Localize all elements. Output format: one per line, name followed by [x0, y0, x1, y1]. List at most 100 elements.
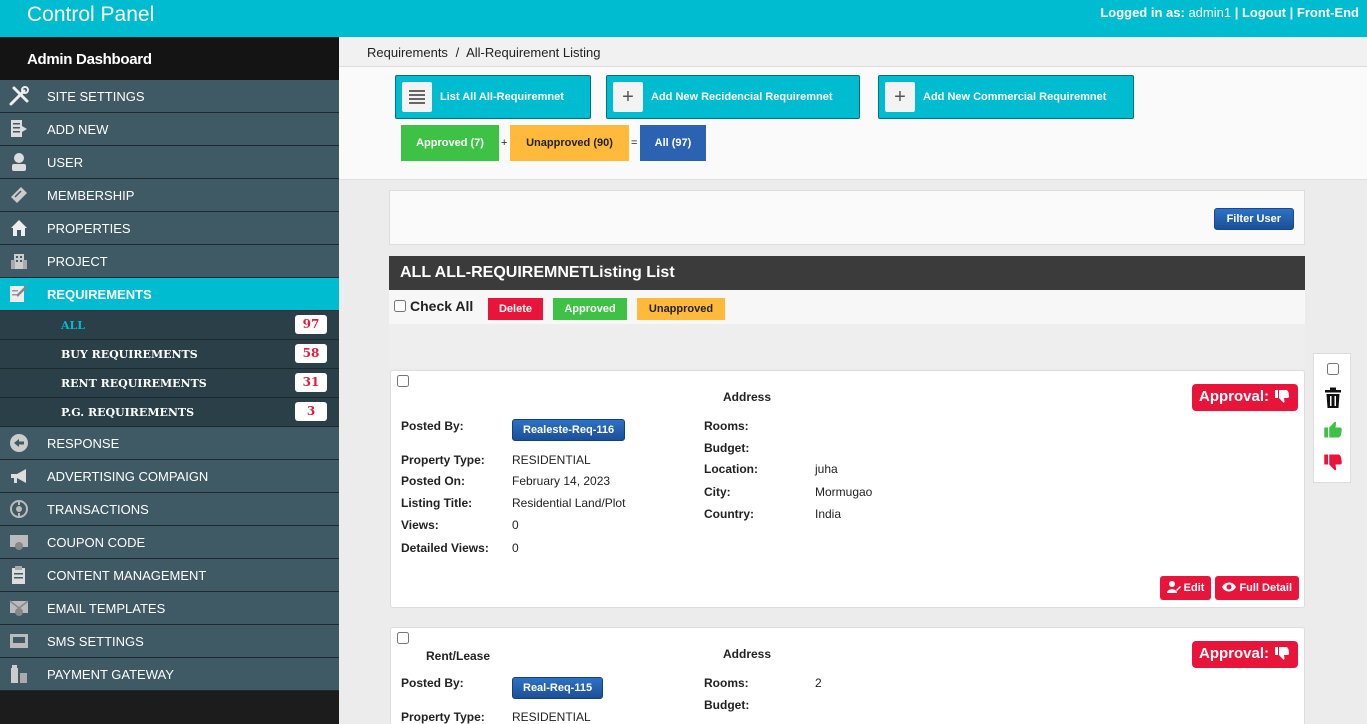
sidebar-item-label: MEMBERSHIP [47, 188, 135, 203]
sidebar-item-user[interactable]: USER [0, 146, 339, 179]
house-icon [8, 217, 30, 239]
payment-icon [8, 663, 30, 685]
trash-icon[interactable] [1314, 387, 1352, 409]
card-actions: Edit Full Detail [1159, 576, 1299, 600]
sidebar-item-transactions[interactable]: TRANSACTIONS [0, 493, 339, 526]
posted-by-label: Posted By: [401, 676, 464, 690]
address-heading: Address [723, 647, 772, 661]
sidebar-item-project[interactable]: PROJECT [0, 245, 339, 278]
separator: | [1289, 5, 1294, 20]
sidebar-item-coupon[interactable]: COUPON CODE [0, 526, 339, 559]
sidebar-item-label: USER [47, 155, 84, 170]
card-checkbox[interactable] [397, 632, 409, 644]
listing-title-label: Listing Title: [401, 496, 473, 510]
username: admin1 [1188, 5, 1232, 20]
views-label: Views: [401, 518, 439, 532]
sidebar-item-requirements[interactable]: REQUIREMENTS [0, 278, 339, 311]
sidebar-sub-item-pg[interactable]: P.G. REQUIREMENTS 3 [0, 398, 339, 427]
approval-badge[interactable]: Approval: [1191, 384, 1298, 411]
breadcrumb: Requirements / All-Requirement Listing [339, 37, 1367, 67]
building-icon [8, 250, 30, 272]
approved-stat[interactable]: Approved (7) [401, 125, 499, 161]
logged-in-label: Logged in as: [1100, 5, 1185, 20]
country-label: Country: [704, 507, 754, 521]
city-value: Mormugao [815, 485, 873, 499]
add-commercial-button[interactable]: + Add New Commercial Requiremnet [878, 75, 1134, 119]
tool-checkbox[interactable] [1327, 363, 1339, 375]
sidebar-sub-item-all[interactable]: ALL 97 [0, 311, 339, 340]
posted-by-label: Posted By: [401, 419, 464, 433]
views-value: 0 [512, 518, 519, 532]
check-all-label: Check All [410, 298, 474, 314]
back-arrow-icon [8, 432, 30, 454]
listing-title: ALL ALL-REQUIREMNETListing List [389, 256, 1305, 290]
property-type-value: RESIDENTIAL [512, 453, 591, 467]
sidebar-item-site-settings[interactable]: SITE SETTINGS [0, 80, 339, 113]
equals-operator: = [631, 137, 638, 149]
approval-label: Approval: [1198, 645, 1269, 662]
unapproved-stat[interactable]: Unapproved (90) [510, 125, 629, 161]
detailed-views-label: Detailed Views: [401, 541, 489, 555]
sidebar-item-label: ADVERTISING COMPAIGN [47, 469, 209, 484]
list-icon [402, 82, 432, 112]
rooms-value: 2 [815, 676, 822, 690]
sidebar-item-membership[interactable]: MEMBERSHIP [0, 179, 339, 212]
clipboard-icon [8, 564, 30, 586]
sms-icon [8, 630, 30, 652]
top-bar: Control Panel Logged in as: admin1 | Log… [0, 0, 1367, 37]
count-badge: 58 [295, 344, 327, 363]
all-stat[interactable]: All (97) [640, 125, 706, 161]
sidebar-item-properties[interactable]: PROPERTIES [0, 212, 339, 245]
listing-toolbar: Check All Delete Approved Unapproved [389, 290, 1305, 324]
sub-item-label: P.G. REQUIREMENTS [61, 406, 195, 419]
sidebar-item-response[interactable]: RESPONSE [0, 427, 339, 460]
property-type-label: Property Type: [401, 453, 485, 467]
sidebar-sub-item-buy[interactable]: BUY REQUIREMENTS 58 [0, 340, 339, 369]
sidebar-item-email-templates[interactable]: EMAIL TEMPLATES [0, 592, 339, 625]
user-icon [8, 151, 30, 173]
full-detail-button[interactable]: Full Detail [1215, 576, 1299, 600]
sidebar-item-label: PROJECT [47, 254, 108, 269]
location-label: Location: [704, 462, 758, 476]
select-all-tool[interactable] [1314, 363, 1352, 375]
city-label: City: [704, 485, 731, 499]
sidebar-sub-item-rent[interactable]: RENT REQUIREMENTS 31 [0, 369, 339, 398]
unapproved-button[interactable]: Unapproved [637, 298, 725, 320]
email-icon [8, 597, 30, 619]
sidebar-item-sms[interactable]: SMS SETTINGS [0, 625, 339, 658]
thumbs-down-icon[interactable] [1314, 452, 1352, 472]
property-type-label: Property Type: [401, 710, 485, 724]
logout-link[interactable]: Logout [1242, 5, 1286, 20]
list-all-button[interactable]: List All All-Requiremnet [395, 75, 591, 119]
action-bar: List All All-Requiremnet + Add New Recid… [339, 67, 1367, 180]
approval-badge[interactable]: Approval: [1191, 641, 1298, 668]
sub-item-label: BUY REQUIREMENTS [61, 348, 198, 361]
transactions-icon [8, 498, 30, 520]
breadcrumb-parent[interactable]: Requirements [367, 45, 448, 60]
filter-user-button[interactable]: Filter User [1213, 208, 1294, 230]
check-all[interactable]: Check All [394, 298, 473, 314]
check-all-checkbox[interactable] [394, 300, 406, 312]
card-checkbox[interactable] [397, 375, 409, 387]
location-value: juha [815, 462, 838, 476]
approved-button[interactable]: Approved [553, 298, 627, 320]
eye-icon [1222, 582, 1237, 595]
count-badge: 97 [295, 315, 327, 334]
count-badge: 31 [295, 373, 327, 392]
edit-button[interactable]: Edit [1159, 576, 1212, 600]
sidebar-item-payment[interactable]: PAYMENT GATEWAY [0, 658, 339, 691]
poster-tag-button[interactable]: Realeste-Req-116 [512, 419, 626, 441]
notepad-icon [8, 283, 30, 305]
thumbs-up-icon[interactable] [1314, 420, 1352, 440]
sidebar-item-add-new[interactable]: ADD NEW [0, 113, 339, 146]
sidebar: Admin Dashboard SITE SETTINGS ADD NEW US… [0, 37, 339, 724]
sidebar-item-content[interactable]: CONTENT MANAGEMENT [0, 559, 339, 592]
sidebar-item-advertising[interactable]: ADVERTISING COMPAIGN [0, 460, 339, 493]
frontend-link[interactable]: Front-End [1297, 5, 1359, 20]
add-residential-button[interactable]: + Add New Recidencial Requiremnet [606, 75, 860, 119]
breadcrumb-current: All-Requirement Listing [466, 45, 601, 60]
sidebar-title[interactable]: Admin Dashboard [0, 37, 339, 80]
sidebar-item-label: SITE SETTINGS [47, 89, 145, 104]
delete-button[interactable]: Delete [488, 298, 543, 320]
poster-tag-button[interactable]: Real-Req-115 [512, 677, 604, 699]
